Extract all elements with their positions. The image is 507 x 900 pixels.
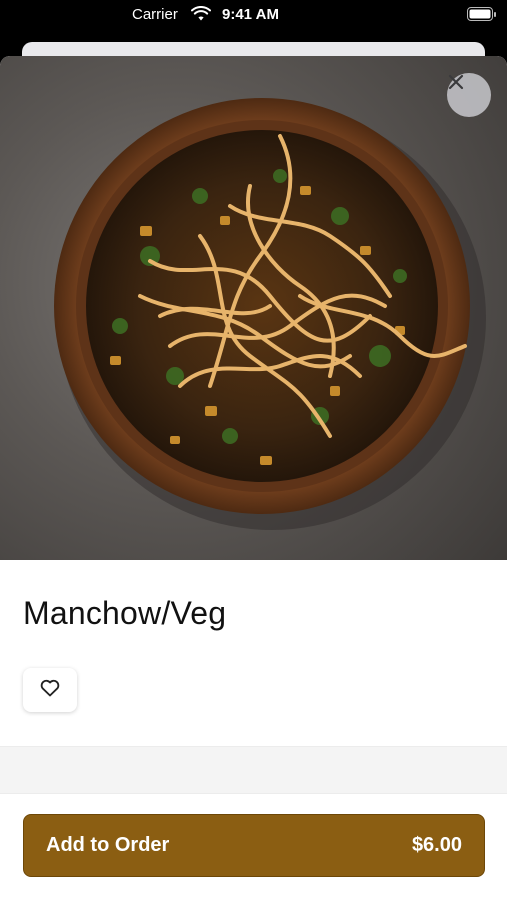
battery-icon — [467, 7, 497, 26]
item-title: Manchow/Veg — [23, 595, 227, 631]
section-divider — [0, 746, 507, 794]
add-to-order-label: Add to Order — [46, 834, 170, 856]
wifi-icon — [191, 6, 211, 26]
order-price: $6.00 — [411, 834, 462, 856]
carrier-label: Carrier — [132, 6, 178, 23]
favorite-button[interactable] — [23, 668, 77, 712]
status-bar: Carrier 9:41 AM — [0, 0, 507, 40]
add-to-order-button[interactable]: Add to Order $6.00 — [23, 814, 485, 877]
close-button[interactable] — [447, 73, 491, 117]
clock: 9:41 AM — [222, 6, 279, 23]
heart-icon — [40, 679, 60, 702]
food-photo — [0, 56, 507, 560]
item-detail-sheet: Manchow/Veg Add to Order $6.00 — [0, 56, 507, 900]
